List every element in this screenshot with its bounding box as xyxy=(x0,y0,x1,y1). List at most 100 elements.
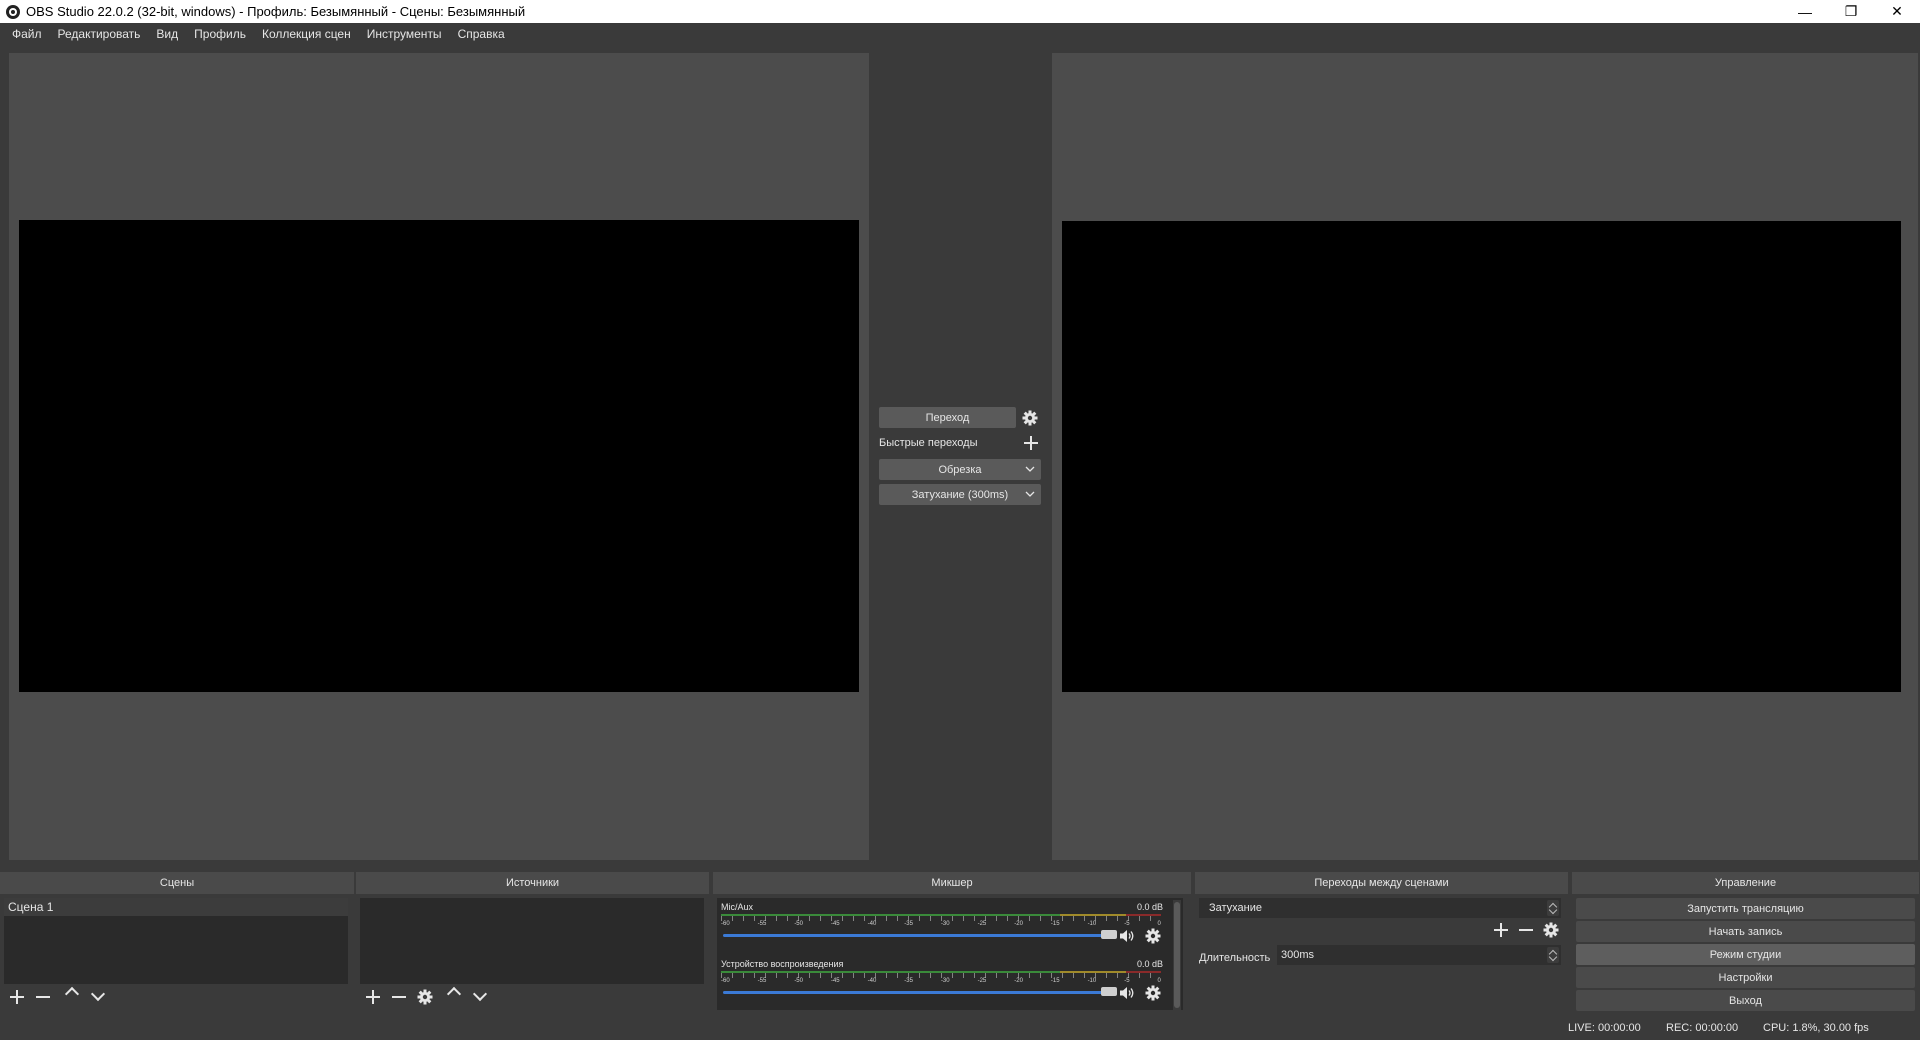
move-source-down-button[interactable] xyxy=(472,986,494,1007)
menu-scene-collection[interactable]: Коллекция сцен xyxy=(254,27,359,41)
sources-dock-title[interactable]: Источники xyxy=(356,872,709,894)
program-panel[interactable] xyxy=(1052,53,1918,860)
controls-dock: Управление Запустить трансляцию Начать з… xyxy=(1572,872,1919,1012)
gear-icon[interactable] xyxy=(1145,985,1161,1001)
scenes-toolbar xyxy=(6,984,354,1010)
menu-bar: Файл Редактировать Вид Профиль Коллекция… xyxy=(0,23,1920,45)
volume-slider-handle[interactable] xyxy=(1101,987,1117,996)
tick-label: -10 xyxy=(1087,921,1097,927)
status-bar: LIVE: 00:00:00 REC: 00:00:00 CPU: 1.8%, … xyxy=(0,1018,1920,1040)
start-streaming-button[interactable]: Запустить трансляцию xyxy=(1576,898,1915,919)
minus-icon xyxy=(391,989,407,1005)
exit-button[interactable]: Выход xyxy=(1576,990,1915,1011)
mixer-scrollbar[interactable] xyxy=(1173,900,1181,1010)
minus-icon xyxy=(35,989,51,1005)
controls-dock-title[interactable]: Управление xyxy=(1572,872,1919,894)
volume-slider[interactable] xyxy=(723,991,1109,994)
tick-label: -5 xyxy=(1124,978,1130,984)
duration-input[interactable]: 300ms xyxy=(1277,945,1561,965)
tick-label: -55 xyxy=(757,978,767,984)
scrollbar-thumb[interactable] xyxy=(1174,902,1180,1008)
menu-view[interactable]: Вид xyxy=(148,27,186,41)
tick-label: -20 xyxy=(1014,921,1023,927)
volume-slider-handle[interactable] xyxy=(1101,930,1117,939)
menu-tools[interactable]: Инструменты xyxy=(359,27,450,41)
quick-transition-cut[interactable]: Обрезка xyxy=(879,459,1041,480)
tick-label: -55 xyxy=(757,921,767,927)
meter-tick-labels: -60 -55 -50 -45 -40 -35 -30 -25 -20 -15 … xyxy=(721,978,1161,986)
quick-transition-fade[interactable]: Затухание (300ms) xyxy=(879,484,1041,505)
menu-help[interactable]: Справка xyxy=(450,27,513,41)
arrow-down-icon xyxy=(90,986,106,1002)
add-scene-button[interactable] xyxy=(6,987,28,1007)
source-properties-button[interactable] xyxy=(414,987,436,1007)
minimize-button[interactable]: — xyxy=(1782,0,1828,23)
tick-label: -5 xyxy=(1124,921,1130,927)
chevron-down-icon xyxy=(1025,466,1035,472)
preview-panel[interactable] xyxy=(9,53,869,860)
tick-label: -30 xyxy=(940,978,950,984)
start-recording-button[interactable]: Начать запись xyxy=(1576,921,1915,942)
channel-name: Mic/Aux xyxy=(721,902,754,912)
program-canvas[interactable] xyxy=(1062,221,1901,692)
arrow-up-icon xyxy=(446,986,462,1002)
transition-select[interactable]: Затухание xyxy=(1199,898,1561,918)
menu-file[interactable]: Файл xyxy=(4,27,50,41)
plus-icon[interactable] xyxy=(1493,922,1509,938)
tick-label: -35 xyxy=(904,921,913,927)
transition-select-value: Затухание xyxy=(1209,902,1263,914)
title-bar: OBS Studio 22.0.2 (32-bit, windows) - Пр… xyxy=(0,0,1920,23)
move-scene-up-button[interactable] xyxy=(64,986,86,1007)
duration-spin-icon[interactable] xyxy=(1547,947,1559,963)
minus-icon[interactable] xyxy=(1518,922,1534,938)
select-spin-icon xyxy=(1547,900,1559,916)
gear-icon[interactable] xyxy=(1145,928,1161,944)
remove-scene-button[interactable] xyxy=(32,987,54,1007)
menu-edit[interactable]: Редактировать xyxy=(50,27,149,41)
quick-transition-label: Обрезка xyxy=(938,463,982,476)
tick-label: -30 xyxy=(940,921,950,927)
preview-canvas[interactable] xyxy=(19,220,859,692)
scenes-list[interactable]: Сцена 1 xyxy=(4,898,348,984)
tick-label: -20 xyxy=(1014,978,1023,984)
tick-label: -15 xyxy=(1050,921,1060,927)
transition-button[interactable]: Переход xyxy=(879,407,1016,428)
gear-icon xyxy=(417,989,433,1005)
tick-label: -15 xyxy=(1050,978,1060,984)
menu-profile[interactable]: Профиль xyxy=(186,27,254,41)
speaker-icon[interactable] xyxy=(1119,986,1135,1000)
maximize-button[interactable]: ❐ xyxy=(1828,0,1874,23)
sources-list[interactable] xyxy=(360,898,704,984)
transitions-dock: Переходы между сценами Затухание Длитель… xyxy=(1195,872,1568,1012)
tick-label: -50 xyxy=(794,978,803,984)
scene-item[interactable]: Сцена 1 xyxy=(4,898,348,916)
mixer-channel: Устройство воспроизведения 0.0 dB -60 -5… xyxy=(721,959,1163,1011)
add-source-button[interactable] xyxy=(362,987,384,1007)
quick-transitions-label: Быстрые переходы xyxy=(879,437,978,449)
arrow-up-icon xyxy=(64,986,80,1002)
speaker-icon[interactable] xyxy=(1119,929,1135,943)
duration-value: 300ms xyxy=(1281,949,1315,961)
live-timer: LIVE: 00:00:00 xyxy=(1568,1022,1641,1034)
gear-icon[interactable] xyxy=(1022,410,1038,426)
channel-db: 0.0 dB xyxy=(1136,902,1163,912)
mixer-dock-title[interactable]: Микшер xyxy=(713,872,1191,894)
plus-icon xyxy=(365,989,381,1005)
tick-label: -45 xyxy=(830,921,840,927)
move-source-up-button[interactable] xyxy=(446,986,468,1007)
transitions-dock-title[interactable]: Переходы между сценами xyxy=(1195,872,1568,894)
remove-source-button[interactable] xyxy=(388,987,410,1007)
mixer-panel: Mic/Aux 0.0 dB -60 -55 -50 -45 -40 -35 -… xyxy=(717,898,1183,1010)
plus-icon[interactable] xyxy=(1023,435,1039,451)
volume-slider[interactable] xyxy=(723,934,1109,937)
rec-timer: REC: 00:00:00 xyxy=(1666,1022,1739,1034)
move-scene-down-button[interactable] xyxy=(90,986,112,1007)
tick-label: -10 xyxy=(1087,978,1097,984)
sources-toolbar xyxy=(362,984,709,1010)
window-title: OBS Studio 22.0.2 (32-bit, windows) - Пр… xyxy=(26,4,526,19)
close-button[interactable]: ✕ xyxy=(1874,0,1920,23)
gear-icon[interactable] xyxy=(1543,922,1559,938)
settings-button[interactable]: Настройки xyxy=(1576,967,1915,988)
studio-mode-button[interactable]: Режим студии xyxy=(1576,944,1915,965)
scenes-dock-title[interactable]: Сцены xyxy=(0,872,354,894)
